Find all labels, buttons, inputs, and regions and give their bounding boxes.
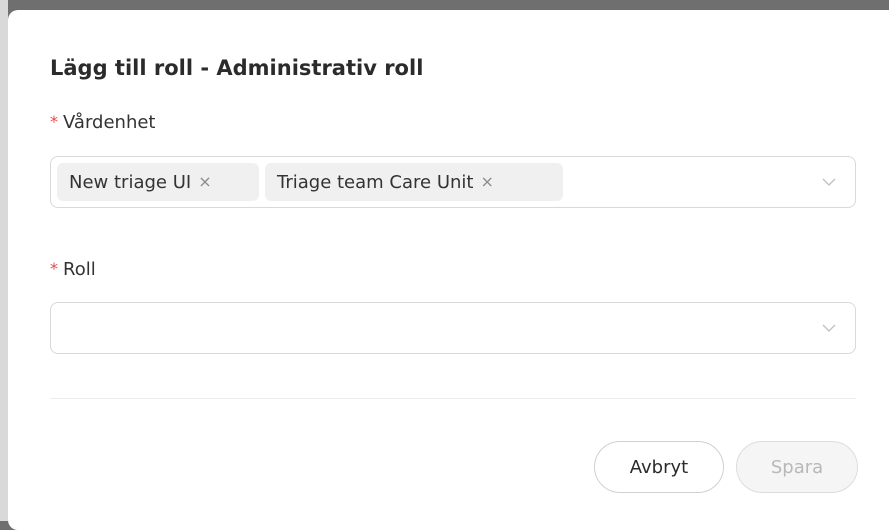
chevron-down-icon[interactable] [821,174,837,190]
selected-tag: Triage team Care Unit × [265,163,563,201]
add-role-dialog: Lägg till roll - Administrativ roll * Vår… [8,10,889,530]
unit-multiselect[interactable]: New triage UI × Triage team Care Unit × [50,156,856,208]
unit-label-text: Vårdenhet [63,112,156,133]
role-select[interactable] [50,302,856,354]
selected-tag: New triage UI × [57,163,259,201]
cancel-button[interactable]: Avbryt [594,441,724,493]
save-button[interactable]: Spara [736,441,858,493]
tag-remove-icon[interactable]: × [198,174,211,190]
tag-label: New triage UI [69,171,192,193]
role-label-text: Roll [63,259,96,280]
unit-field-label: * Vårdenhet [50,112,155,133]
tag-remove-icon[interactable]: × [480,174,493,190]
role-field-label: * Roll [50,259,96,280]
chevron-down-icon[interactable] [821,320,837,336]
dialog-title: Lägg till roll - Administrativ roll [50,56,424,80]
backdrop [0,0,8,521]
required-asterisk: * [50,112,58,131]
tag-label: Triage team Care Unit [277,171,474,193]
footer-divider [50,398,856,399]
required-asterisk: * [50,259,58,278]
